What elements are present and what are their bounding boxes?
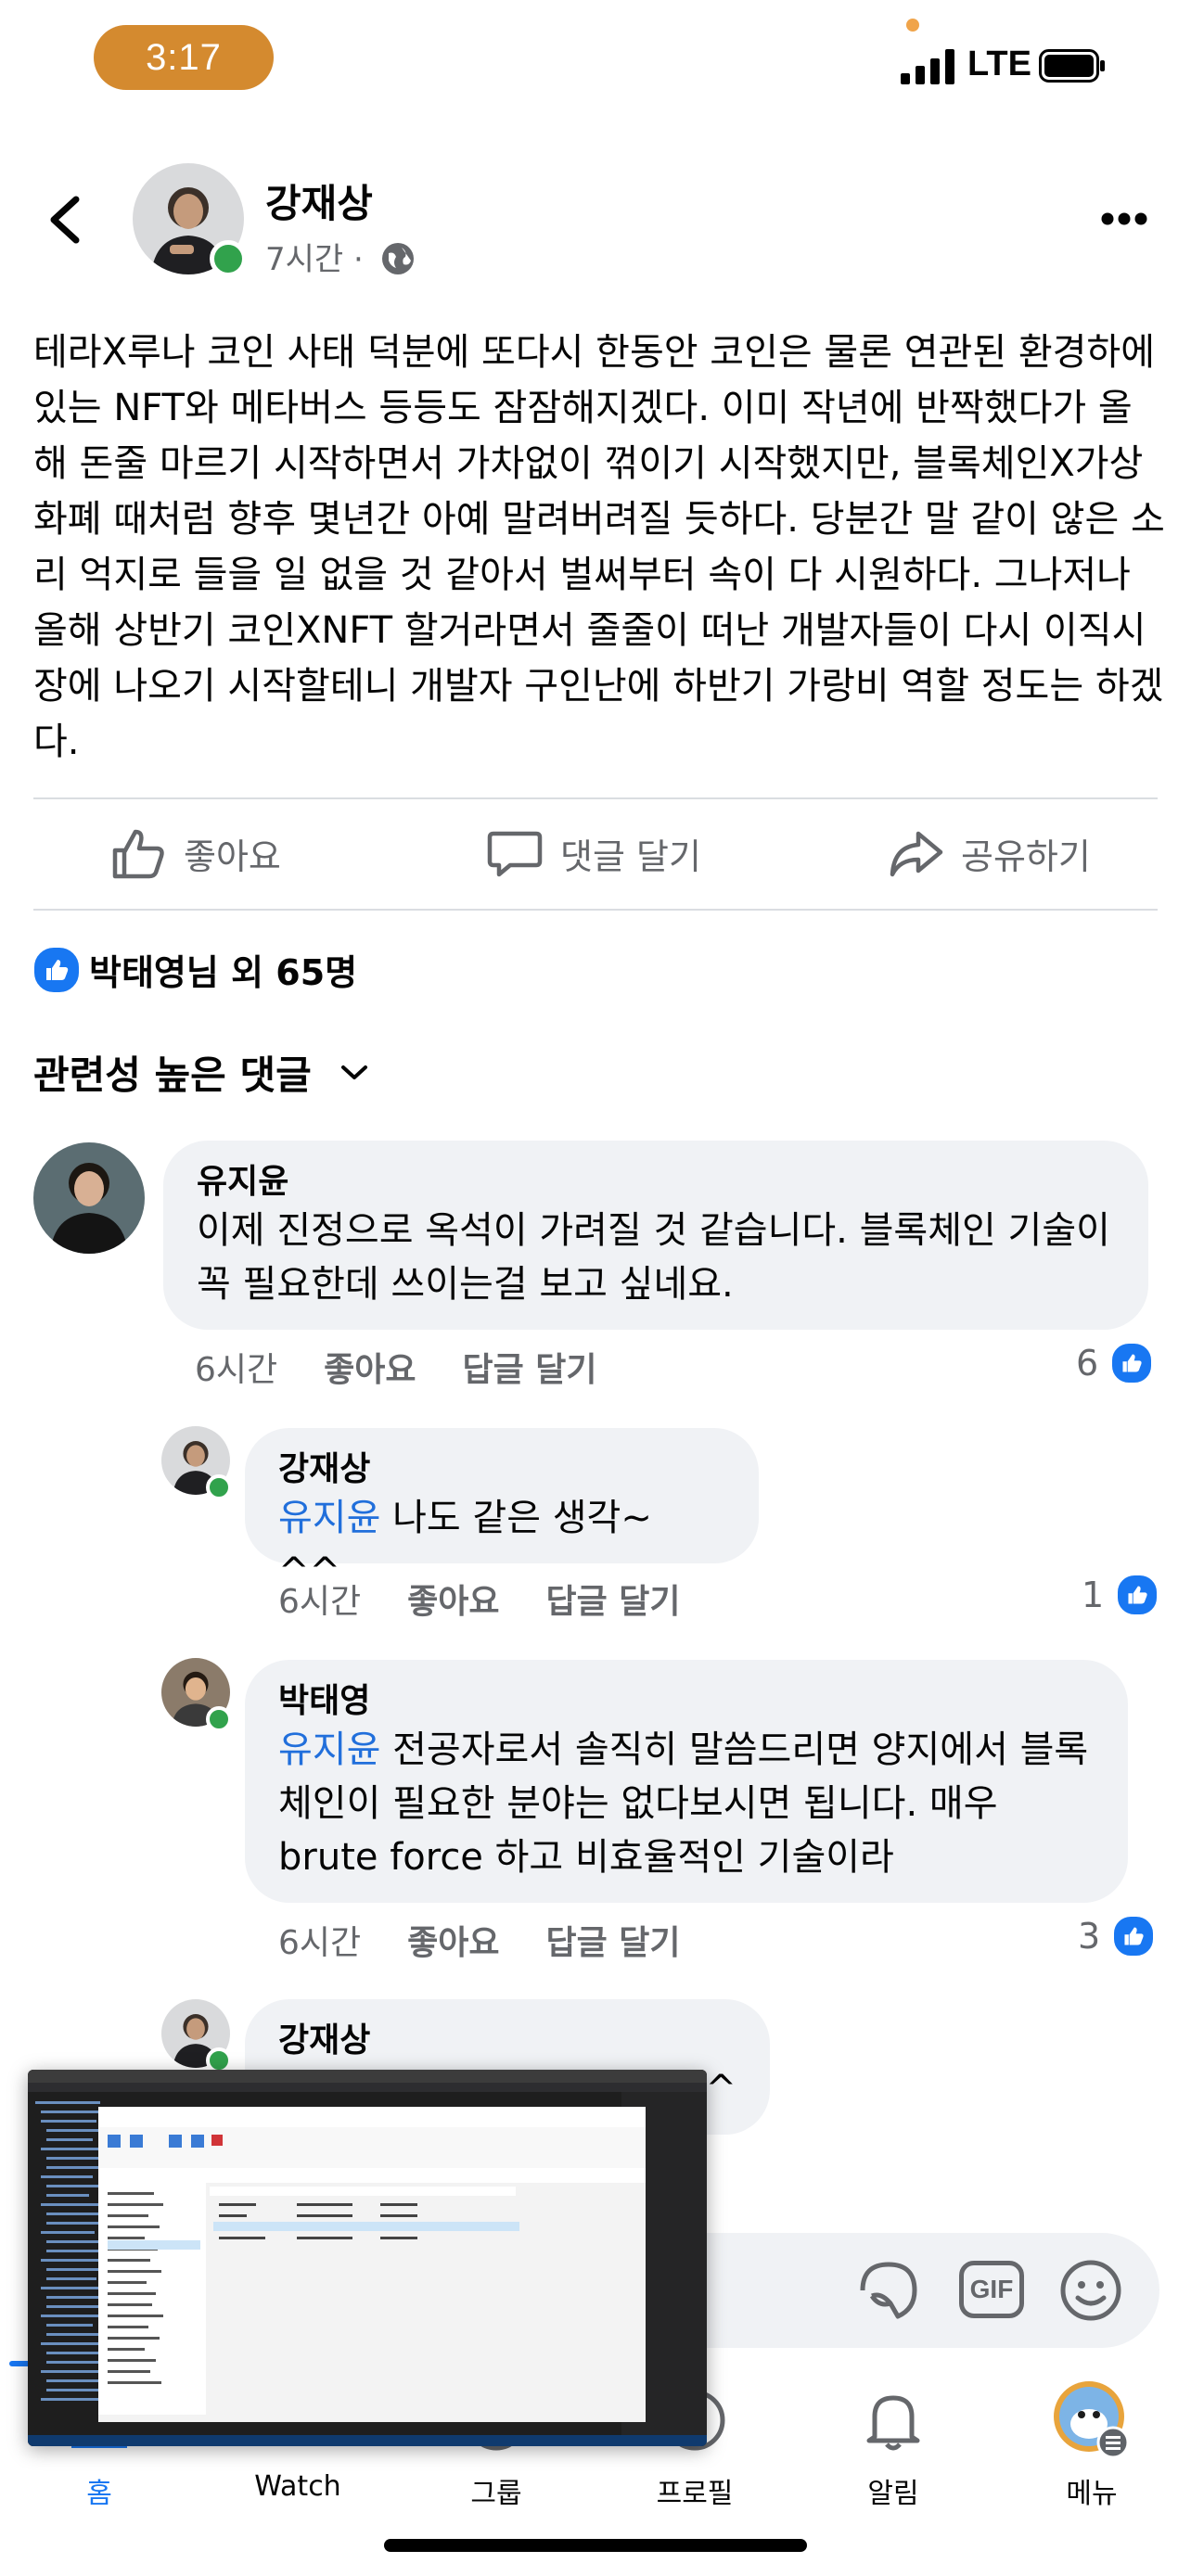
reply-author[interactable]: 강재상 [278, 1448, 725, 1491]
share-arrow-icon [890, 831, 943, 877]
reply-like-link[interactable]: 좋아요 [407, 1916, 499, 1964]
post-timestamp: 7시간 · [265, 234, 416, 279]
online-status-dot [206, 1474, 232, 1500]
menu-avatar-icon [1054, 2381, 1130, 2459]
nav-menu[interactable]: 메뉴 [992, 2374, 1191, 2510]
thumbs-up-icon [112, 829, 164, 879]
comment-like-count-text: 6 [1076, 1343, 1099, 1384]
comment-like-link[interactable]: 좋아요 [324, 1343, 416, 1391]
comment-meta: 6시간 좋아요 답글 달기 [195, 1343, 597, 1391]
like-reaction-icon [32, 945, 82, 995]
reply-time: 6시간 [278, 1924, 362, 1962]
reply-bubble[interactable]: 강재상 유지윤 나도 같은 생각~ ^^ [245, 1428, 759, 1593]
reply-like-count-text: 1 [1082, 1575, 1105, 1615]
comments-filter-label: 관련성 높은 댓글 [33, 1052, 312, 1098]
home-indicator [384, 2539, 807, 2552]
comment-button[interactable]: 댓글 달기 [486, 816, 701, 890]
comment-button-label: 댓글 달기 [560, 835, 701, 877]
reply-text: 유지윤 전공자로서 솔직히 말씀드리면 양지에서 블록체인이 필요한 분야는 없… [278, 1723, 1095, 1884]
online-status-dot [206, 1706, 232, 1732]
gif-button[interactable]: GIF [959, 2261, 1024, 2318]
more-options-icon[interactable] [1100, 211, 1148, 226]
share-button-label: 공유하기 [961, 835, 1091, 877]
cellular-signal-icon [901, 45, 960, 84]
sticker-icon[interactable] [853, 2255, 924, 2326]
reply-meta: 6시간 좋아요 답글 달기 [278, 1916, 681, 1964]
gif-label: GIF [969, 2275, 1014, 2303]
status-time: 3:17 [94, 25, 274, 90]
comment-author[interactable]: 유지윤 [197, 1161, 1115, 1204]
post-author-name[interactable]: 강재상 [265, 172, 373, 229]
reply-reply-link[interactable]: 답글 달기 [546, 1916, 681, 1964]
like-reaction-icon [1111, 1914, 1157, 1958]
reply-author[interactable]: 박태영 [278, 1680, 1095, 1723]
reply-like-count[interactable]: 3 [1078, 1914, 1157, 1958]
like-reaction-icon [1109, 1341, 1155, 1385]
nav-home-label: 홈 [86, 2478, 112, 2510]
share-button[interactable]: 공유하기 [887, 816, 1091, 890]
battery-icon [1039, 49, 1105, 83]
nav-menu-label: 메뉴 [1066, 2478, 1118, 2510]
mic-indicator-dot [906, 19, 919, 32]
comment-text: 이제 진정으로 옥석이 가려질 것 같습니다. 블록체인 기술이 꼭 필요한데 … [197, 1209, 1110, 1306]
like-button-label: 좋아요 [184, 835, 281, 877]
globe-icon [381, 243, 414, 274]
comment-like-count[interactable]: 6 [1076, 1341, 1155, 1385]
network-type: LTE [967, 45, 1031, 83]
mention-link[interactable]: 유지윤 [278, 1497, 380, 1539]
online-status-dot [210, 240, 247, 277]
divider [33, 797, 1158, 799]
comment-reply-link[interactable]: 답글 달기 [463, 1343, 597, 1391]
reply-reply-link[interactable]: 답글 달기 [546, 1575, 681, 1623]
post-body-text: 테라X루나 코인 사태 덕분에 또다시 한동안 코인은 물론 연관된 환경하에 … [33, 331, 1165, 763]
comment-time: 6시간 [195, 1351, 278, 1389]
reply-like-count-text: 3 [1078, 1916, 1101, 1957]
nav-groups-label: 그룹 [470, 2478, 522, 2510]
reply-like-count[interactable]: 1 [1082, 1573, 1160, 1617]
reply-text-body: 전공자로서 솔직히 말씀드리면 양지에서 블록체인이 필요한 분야는 없다보시면… [278, 1728, 1089, 1879]
mention-link[interactable]: 유지윤 [278, 1728, 380, 1771]
reactions-summary[interactable]: 박태영님 외 65명 [89, 944, 357, 995]
comments-filter[interactable]: 관련성 높은 댓글 [33, 1044, 369, 1101]
comment-bubble[interactable]: 유지윤 이제 진정으로 옥석이 가려질 것 같습니다. 블록체인 기술이 꼭 필… [163, 1141, 1148, 1330]
nav-notifications-label: 알림 [867, 2478, 919, 2510]
nav-notifications[interactable]: 알림 [794, 2374, 992, 2510]
reply-bubble[interactable]: 박태영 유지윤 전공자로서 솔직히 말씀드리면 양지에서 블록체인이 필요한 분… [245, 1660, 1128, 1903]
post-time-text: 7시간 · [265, 241, 364, 278]
ide-screenshot-image [28, 2070, 707, 2446]
screenshot-thumbnail[interactable] [28, 2070, 707, 2446]
commenter-avatar[interactable] [33, 1142, 145, 1254]
chevron-down-icon [340, 1065, 367, 1079]
like-reaction-icon [1115, 1573, 1160, 1617]
like-button[interactable]: 좋아요 [109, 816, 281, 890]
nav-watch-label: Watch [254, 2470, 341, 2503]
comment-bubble-icon [487, 831, 543, 877]
reply-like-link[interactable]: 좋아요 [407, 1575, 499, 1623]
reply-author[interactable]: 강재상 [278, 2020, 736, 2062]
reply-meta: 6시간 좋아요 답글 달기 [278, 1575, 681, 1623]
back-arrow-icon[interactable] [43, 190, 89, 249]
bell-icon [866, 2395, 920, 2451]
divider [33, 909, 1158, 911]
reply-time: 6시간 [278, 1583, 362, 1621]
nav-profile-label: 프로필 [656, 2478, 734, 2510]
emoji-icon[interactable] [1056, 2255, 1126, 2326]
